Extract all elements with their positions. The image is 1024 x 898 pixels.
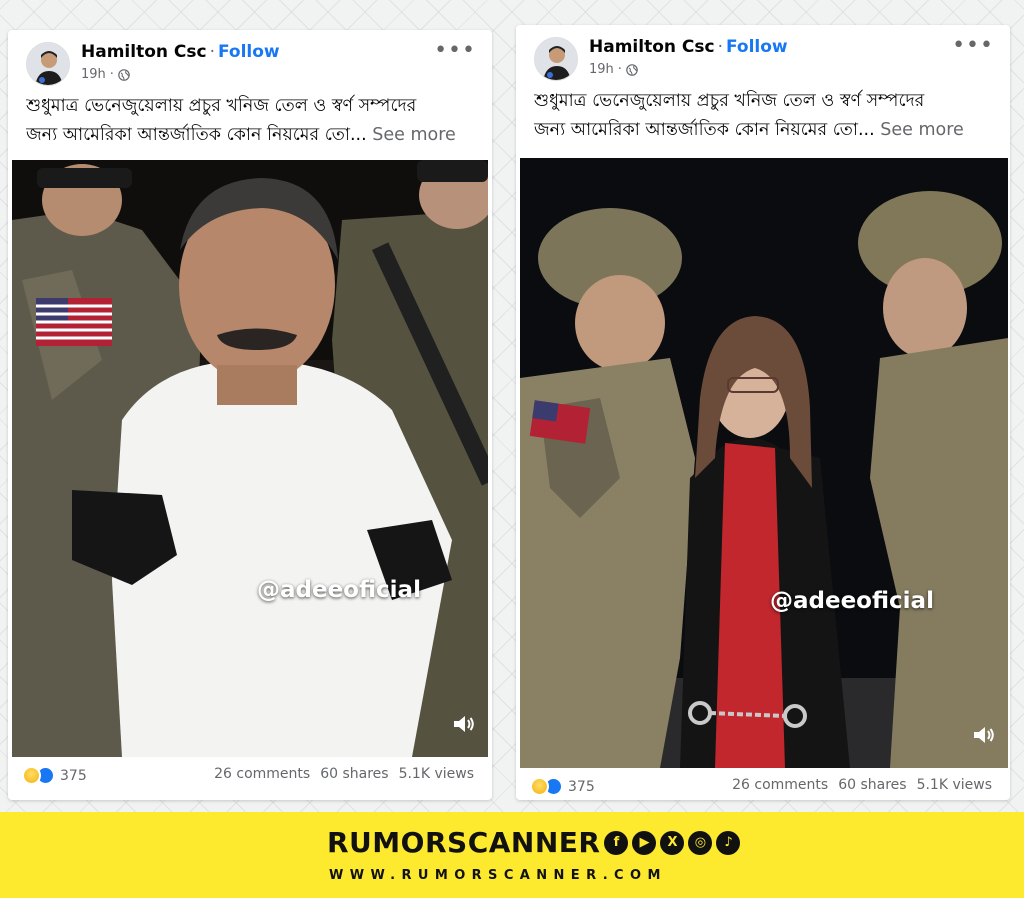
brand-banner: RUMORSCANNER f ▶ X ◎ ♪ WWW.RUMORSCANNER.… [0,812,1024,898]
post-footer: 375 26 comments 60 shares 5.1K views [8,757,492,795]
sad-reaction-icon [530,777,549,796]
more-options-icon[interactable]: ••• [952,33,994,58]
caption-line: জন্য আমেরিকা আন্তর্জাতিক কোন নিয়মের তো.… [26,121,474,150]
post-stats: 26 comments 60 shares 5.1K views [204,766,474,782]
comments-count[interactable]: 26 comments [732,777,828,793]
website-url[interactable]: WWW.RUMORSCANNER.COM [329,868,667,883]
caption-line: শুধুমাত্র ভেনেজুয়েলায় প্রচুর খনিজ তেল … [26,96,417,116]
post-footer: 375 26 comments 60 shares 5.1K views [516,768,1010,800]
separator-dot: · [109,67,114,82]
x-icon[interactable]: X [660,830,685,855]
separator-dot: · [717,37,723,57]
separator-dot: · [617,62,622,77]
reactions-summary[interactable]: 375 [22,766,87,785]
post-time[interactable]: 19h [589,62,614,77]
brand-row: RUMORSCANNER f ▶ X ◎ ♪ [327,826,741,859]
video-frame [12,160,488,757]
post-stats: 26 comments 60 shares 5.1K views [722,777,992,793]
video-frame [520,158,1008,768]
facebook-icon[interactable]: f [604,830,629,855]
post-header: Hamilton Csc · Follow 19h · ••• [516,25,1010,87]
post-caption: শুধুমাত্র ভেনেজুয়েলায় প্রচুর খনিজ তেল … [516,87,1010,149]
comments-count[interactable]: 26 comments [214,766,310,782]
more-options-icon[interactable]: ••• [434,38,476,63]
author-line: Hamilton Csc · Follow [589,37,788,57]
post-meta: 19h · [589,62,638,77]
youtube-icon[interactable]: ▶ [632,830,657,855]
sad-reaction-icon [22,766,41,785]
reaction-count: 375 [568,778,595,795]
speaker-icon[interactable] [450,711,476,737]
globe-icon [118,68,130,81]
brand-logo-text: RUMORSCANNER [327,826,601,859]
caption-line: জন্য আমেরিকা আন্তর্জাতিক কোন নিয়মের তো.… [534,116,992,145]
author-avatar[interactable] [534,37,578,81]
post-caption: শুধুমাত্র ভেনেজুয়েলায় প্রচুর খনিজ তেল … [8,92,492,154]
video-watermark: @adeeoficial [770,588,934,614]
author-line: Hamilton Csc · Follow [81,42,280,62]
post-meta: 19h · [81,67,130,82]
post-video[interactable]: @adeeoficial [520,158,1008,768]
instagram-icon[interactable]: ◎ [688,830,713,855]
author-name[interactable]: Hamilton Csc [81,42,207,62]
author-avatar[interactable] [26,42,70,86]
reaction-count: 375 [60,767,87,784]
speaker-icon[interactable] [970,722,996,748]
see-more-link[interactable]: See more [880,120,964,140]
see-more-link[interactable]: See more [372,125,456,145]
shares-count[interactable]: 60 shares [320,766,388,782]
separator-dot: · [209,42,215,62]
facebook-post-card: Hamilton Csc · Follow 19h · ••• শুধুমাত্র … [516,25,1010,800]
shares-count[interactable]: 60 shares [838,777,906,793]
video-watermark: @adeeoficial [257,577,421,603]
caption-line: শুধুমাত্র ভেনেজুয়েলায় প্রচুর খনিজ তেল … [534,91,925,111]
reactions-summary[interactable]: 375 [530,777,595,796]
caption-text: জন্য আমেরিকা আন্তর্জাতিক কোন নিয়মের তো.… [534,120,875,140]
views-count: 5.1K views [398,766,474,782]
follow-button[interactable]: Follow [726,37,788,57]
views-count: 5.1K views [916,777,992,793]
social-icons: f ▶ X ◎ ♪ [604,830,741,855]
author-name[interactable]: Hamilton Csc [589,37,715,57]
post-header: Hamilton Csc · Follow 19h · ••• [8,30,492,92]
tiktok-icon[interactable]: ♪ [716,830,741,855]
facebook-post-card: Hamilton Csc · Follow 19h · ••• শুধুমাত্র … [8,30,492,800]
caption-text: জন্য আমেরিকা আন্তর্জাতিক কোন নিয়মের তো.… [26,125,367,145]
follow-button[interactable]: Follow [218,42,280,62]
post-video[interactable]: @adeeoficial [12,160,488,757]
globe-icon [626,63,638,76]
post-time[interactable]: 19h [81,67,106,82]
